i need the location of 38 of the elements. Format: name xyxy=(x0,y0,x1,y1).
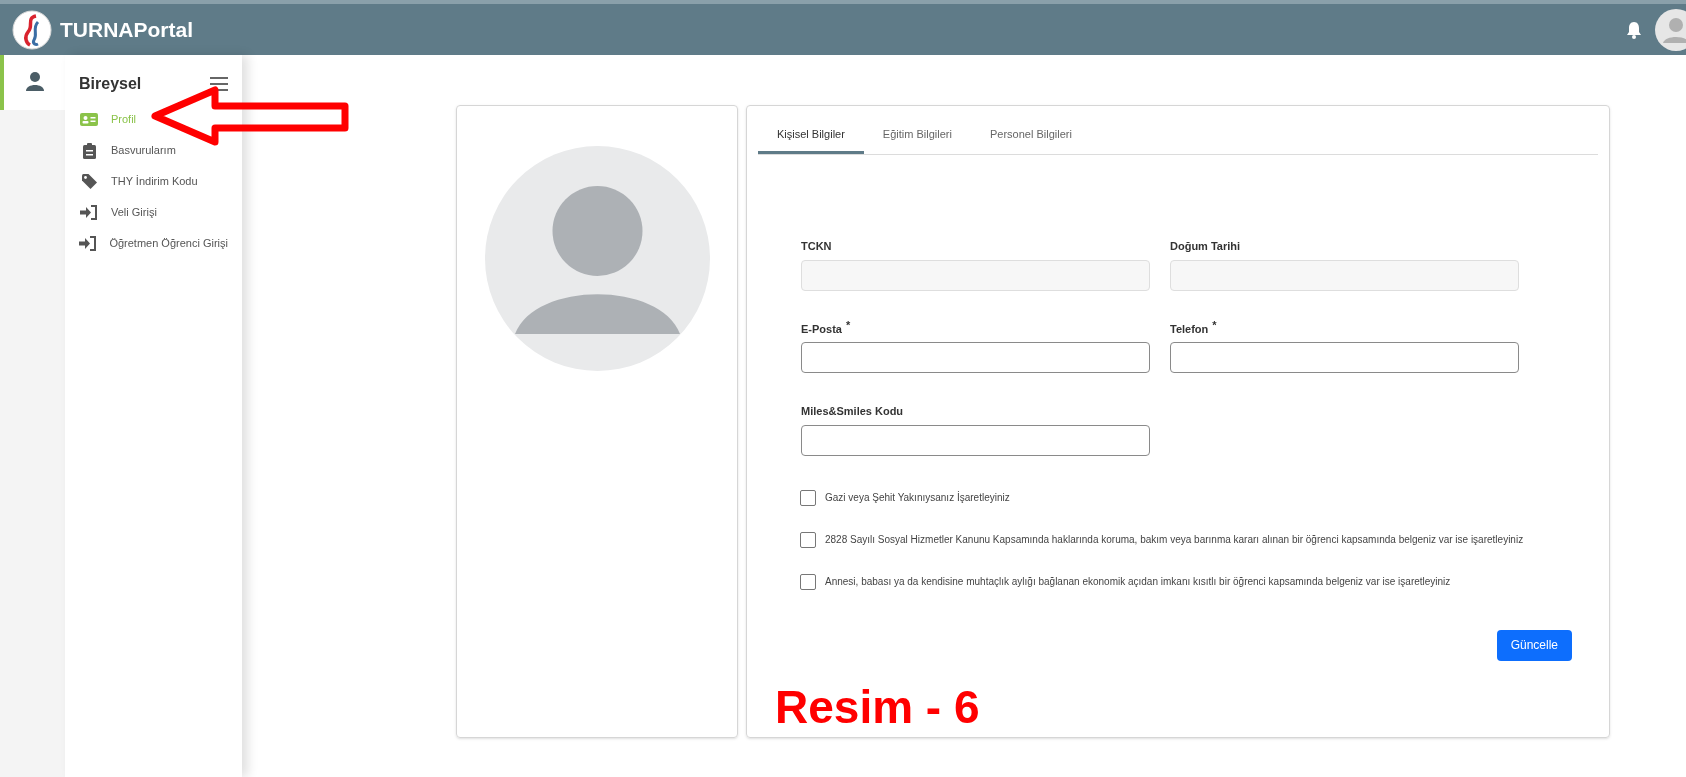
field-label: Telefon xyxy=(1170,321,1209,337)
tab[interactable]: Kişisel Bilgiler xyxy=(758,118,864,154)
checkbox[interactable] xyxy=(800,531,816,548)
field-label: Doğum Tarihi xyxy=(1170,239,1241,254)
input-field[interactable] xyxy=(801,342,1150,373)
input-field[interactable] xyxy=(1170,342,1519,373)
sign-in-icon xyxy=(80,205,98,220)
tab[interactable]: Personel Bilgileri xyxy=(970,118,1091,154)
bell-icon[interactable] xyxy=(1626,20,1642,39)
checkbox[interactable] xyxy=(800,573,816,590)
id-card-icon xyxy=(80,113,98,126)
sidebar-item[interactable]: THY İndirim Kodu xyxy=(65,166,242,197)
field-label: E-Posta xyxy=(801,321,842,337)
nav-rail-item[interactable] xyxy=(0,55,65,110)
sidebar-item[interactable]: Veli Girişi xyxy=(65,197,242,228)
input-field[interactable] xyxy=(801,424,1150,456)
checkbox[interactable] xyxy=(800,489,816,506)
brand-name: TURNAPortal xyxy=(60,16,193,43)
field-label: Miles&Smiles Kodu xyxy=(801,404,904,419)
tag-icon xyxy=(81,174,97,189)
checkbox-label: Gazi veya Şehit Yakınıysanız İşaretleyiniz xyxy=(825,490,1010,505)
avatar-icon[interactable] xyxy=(1654,7,1686,52)
menu-icon[interactable] xyxy=(210,77,228,91)
update-button[interactable]: Güncelle xyxy=(1496,629,1572,661)
required-mark: * xyxy=(845,317,851,333)
required-mark: * xyxy=(1212,317,1217,333)
sidebar-item[interactable]: Basvurularım xyxy=(65,135,242,166)
tab[interactable]: Eğitim Bilgileri xyxy=(863,118,971,154)
sidebar-item[interactable]: Öğretmen Öğrenci Girişi xyxy=(65,228,242,259)
user-icon xyxy=(24,71,45,91)
caption: Resim - 6 xyxy=(775,684,980,730)
section-title: Bireysel xyxy=(79,74,142,94)
checkbox-label: Annesi, babası ya da kendisine muhtaçlık aylığı bağlanan ekonomik açıdan imkanı kısıtlı bir öğrenci kapsamında belgeniz var ise işaretleyiniz xyxy=(825,575,1451,589)
clipboard-icon xyxy=(82,142,96,159)
logo-icon xyxy=(12,9,52,50)
checkbox-label: 2828 Sayılı Sosyal Hizmetler Kanunu Kapsamında haklarında koruma, bakım veya barınma kararı alınan bir öğrenci kapsamında belgeniz var ise işaretleyiniz xyxy=(825,533,1524,547)
field-label: TCKN xyxy=(801,239,832,254)
sign-in-icon xyxy=(79,236,98,251)
